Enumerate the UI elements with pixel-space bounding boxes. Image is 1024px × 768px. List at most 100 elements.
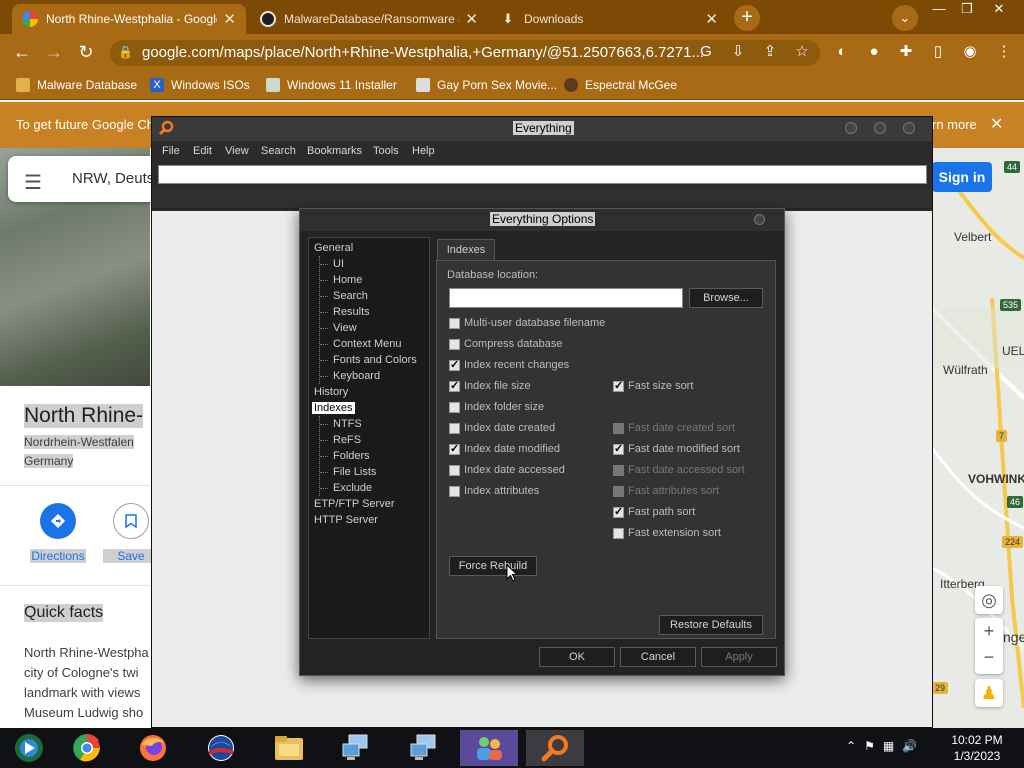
bookmark-windows-11-installer[interactable]: Windows 11 Installer [266, 76, 397, 94]
windows-media-center-icon[interactable] [0, 730, 58, 766]
bookmark-malware-database[interactable]: Malware Database [16, 76, 137, 94]
network-icon[interactable]: ▦ [883, 739, 894, 753]
checkbox-box[interactable] [613, 422, 624, 434]
computer-network-icon-2[interactable] [394, 730, 452, 766]
apply-button[interactable]: Apply [701, 647, 777, 667]
menu-icon[interactable]: ☰ [24, 170, 42, 195]
bookmark-site[interactable]: Gay Porn Sex Movie... [416, 76, 557, 94]
checkbox-box[interactable] [613, 527, 624, 539]
checkbox-box[interactable] [613, 379, 624, 392]
tree-item-folders[interactable]: Folders [333, 450, 370, 462]
profile-icon[interactable]: ◉ [958, 40, 982, 64]
tree-item-etp-ftp-server[interactable]: ETP/FTP Server [314, 498, 394, 510]
checkbox-compress-database[interactable]: Compress database [449, 338, 562, 350]
checkbox-fast-date-accessed-sort[interactable]: Fast date accessed sort [613, 464, 745, 476]
checkbox-fast-date-modified-sort[interactable]: Fast date modified sort [613, 442, 740, 455]
chrome-icon[interactable] [58, 730, 116, 766]
checkbox-fast-date-created-sort[interactable]: Fast date created sort [613, 422, 735, 434]
firefox-icon[interactable] [124, 730, 182, 766]
new-tab-button[interactable]: + [734, 5, 760, 31]
people-icon[interactable] [460, 730, 518, 766]
learn-more-link[interactable]: rn more [932, 117, 977, 132]
tree-item-http-server[interactable]: HTTP Server [314, 514, 378, 526]
tab-search-button[interactable]: ⌄ [892, 5, 918, 31]
clock[interactable]: 10:02 PM 1/3/2023 [944, 732, 1010, 764]
tab-indexes[interactable]: Indexes [437, 239, 495, 261]
menu-file[interactable]: File [162, 145, 180, 157]
checkbox-box[interactable] [449, 379, 460, 392]
checkbox-box[interactable] [449, 485, 460, 497]
file-explorer-icon[interactable] [260, 730, 318, 766]
cancel-button[interactable]: Cancel [620, 647, 696, 667]
tree-item-file-lists[interactable]: File Lists [333, 466, 376, 478]
checkbox-fast-size-sort[interactable]: Fast size sort [613, 379, 693, 392]
checkbox-fast-attributes-sort[interactable]: Fast attributes sort [613, 485, 719, 497]
tree-item-keyboard[interactable]: Keyboard [333, 370, 380, 382]
restore-button[interactable]: ❐ [952, 0, 982, 18]
checkbox-box[interactable] [449, 358, 460, 371]
checkbox-index-recent-changes[interactable]: Index recent changes [449, 358, 569, 371]
results-column-header[interactable] [152, 189, 932, 209]
tree-item-home[interactable]: Home [333, 274, 362, 286]
tab-github[interactable]: MalwareDatabase/Ransomware a ✕ [250, 4, 488, 34]
back-button[interactable]: ← [10, 40, 34, 64]
extension-avatar-icon[interactable]: ● [862, 40, 886, 64]
checkbox-index-date-accessed[interactable]: Index date accessed [449, 464, 565, 476]
more-menu-icon[interactable]: ⋮ [992, 40, 1016, 64]
tree-item-ntfs[interactable]: NTFS [333, 418, 362, 430]
checkbox-fast-path-sort[interactable]: Fast path sort [613, 505, 695, 518]
tree-item-search[interactable]: Search [333, 290, 368, 302]
bookmark-windows-isos[interactable]: X Windows ISOs [150, 76, 250, 94]
tab-downloads[interactable]: ⬇ Downloads ✕ [490, 4, 728, 34]
checkbox-box[interactable] [449, 317, 460, 329]
obama-logo-icon[interactable] [192, 730, 250, 766]
maximize-button[interactable] [874, 122, 886, 134]
tree-item-results[interactable]: Results [333, 306, 370, 318]
menu-view[interactable]: View [225, 145, 249, 157]
minimize-button[interactable] [845, 122, 857, 134]
tree-item-refs[interactable]: ReFS [333, 434, 361, 446]
restore-defaults-button[interactable]: Restore Defaults [659, 615, 763, 635]
checkbox-multi-user-database-filename[interactable]: Multi-user database filename [449, 317, 605, 329]
ok-button[interactable]: OK [539, 647, 615, 667]
close-icon[interactable]: ✕ [465, 10, 478, 28]
maps-search-box[interactable]: ☰ NRW, Deuts [8, 156, 158, 202]
checkbox-index-attributes[interactable]: Index attributes [449, 485, 539, 497]
extensions-puzzle-icon[interactable]: ✚ [894, 40, 918, 64]
checkbox-box[interactable] [613, 464, 624, 476]
tree-item-view[interactable]: View [333, 322, 357, 334]
side-panel-icon[interactable]: ▯ [926, 40, 950, 64]
volume-icon[interactable]: 🔊 [902, 739, 917, 753]
checkbox-index-folder-size[interactable]: Index folder size [449, 401, 544, 413]
menu-help[interactable]: Help [412, 145, 435, 157]
share-icon[interactable]: ⇪ [758, 40, 782, 64]
tree-item-fonts-and-colors[interactable]: Fonts and Colors [333, 354, 417, 366]
sign-in-button[interactable]: Sign in [932, 162, 992, 192]
tree-item-general[interactable]: General [314, 242, 353, 254]
tree-item-context-menu[interactable]: Context Menu [333, 338, 401, 350]
checkbox-box[interactable] [449, 401, 460, 413]
browse-button[interactable]: Browse... [689, 288, 763, 308]
bookmark-espectral-mcgee[interactable]: Espectral McGee [564, 76, 677, 94]
everything-search-input[interactable] [158, 165, 927, 184]
checkbox-box[interactable] [449, 464, 460, 476]
forward-button[interactable]: → [42, 40, 66, 64]
checkbox-box[interactable] [613, 485, 624, 497]
menu-edit[interactable]: Edit [193, 145, 212, 157]
database-location-input[interactable] [449, 288, 683, 308]
checkbox-fast-extension-sort[interactable]: Fast extension sort [613, 527, 721, 539]
install-app-icon[interactable]: ⇩ [726, 40, 750, 64]
checkbox-index-date-created[interactable]: Index date created [449, 422, 555, 434]
chevron-up-icon[interactable]: ⌃ [846, 739, 856, 753]
menu-search[interactable]: Search [261, 145, 296, 157]
google-lens-icon[interactable]: G [694, 40, 718, 64]
computer-network-icon[interactable] [326, 730, 384, 766]
minimize-button[interactable]: — [924, 0, 954, 18]
flag-icon[interactable]: ⚑ [864, 739, 875, 753]
close-icon[interactable]: ✕ [705, 10, 718, 28]
everything-search-icon[interactable] [526, 730, 584, 766]
checkbox-index-file-size[interactable]: Index file size [449, 379, 531, 392]
extension-flag-icon[interactable]: ◐ [830, 40, 854, 64]
zoom-out-button[interactable]: − [975, 644, 1003, 670]
maps-search-input[interactable]: NRW, Deuts [72, 170, 154, 187]
